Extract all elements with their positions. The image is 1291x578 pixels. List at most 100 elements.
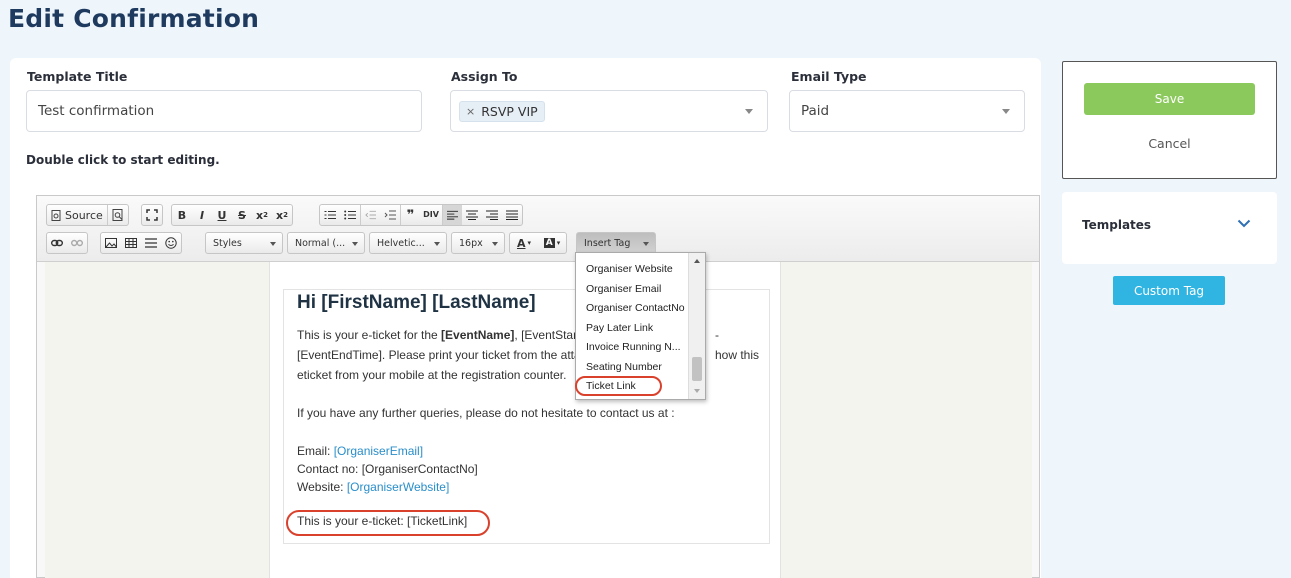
text-color-icon: A [516,236,526,250]
menu-item-organiser-email[interactable]: Organiser Email [586,283,661,295]
background-color-button[interactable]: A ▾ [538,233,566,253]
editing-hint: Double click to start editing. [26,153,220,167]
remove-tag-icon[interactable]: × [466,105,475,118]
menu-item-organiser-contactno[interactable]: Organiser ContactNo [586,302,685,314]
toolbar-group-insert [100,232,182,254]
email-line-email: Email: [OrganiserEmail] [297,444,424,458]
caret-down-icon [352,242,358,246]
menu-item-seating-number[interactable]: Seating Number [586,361,662,373]
superscript-button[interactable]: x2 [272,205,292,225]
unlink-icon [71,239,83,247]
highlight-ticket-line [286,510,490,536]
menu-item-pay-later-link[interactable]: Pay Later Link [586,322,653,334]
align-right-icon [486,210,498,220]
email-type-value: Paid [801,103,830,119]
emoji-button[interactable] [161,233,181,253]
horizontal-line-icon [145,238,157,248]
email-heading: Hi [FirstName] [LastName] [297,292,536,313]
email-type-label: Email Type [791,69,867,84]
toolbar-group-maximize [141,204,163,226]
rich-text-editor: Source B I U S x2 x2 ❞ DIV Styles Normal… [36,195,1040,578]
styles-dropdown[interactable]: Styles [205,232,283,254]
font-size-dropdown[interactable]: 16px [451,232,505,254]
chevron-down-icon[interactable] [1237,219,1251,228]
scroll-thumb [692,357,702,381]
maximize-button[interactable] [142,205,162,225]
quote-icon: ❞ [406,207,415,223]
email-line-contact: Contact no: [OrganiserContactNo] [297,462,478,476]
smiley-icon [165,237,177,249]
bulleted-list-button[interactable] [340,205,360,225]
align-center-icon [466,210,478,220]
editor-content-area[interactable]: Hi [FirstName] [LastName] This is your e… [45,262,1032,578]
indent-icon [384,210,396,220]
email-type-select[interactable]: Paid [789,90,1025,132]
image-button[interactable] [101,233,121,253]
assign-to-select[interactable]: × RSVP VIP [450,90,768,132]
source-icon [51,209,61,221]
italic-button[interactable]: I [192,205,212,225]
custom-tag-button[interactable]: Custom Tag [1113,276,1225,305]
horizontal-line-button[interactable] [141,233,161,253]
table-icon [125,238,137,248]
numbered-list-icon [324,211,336,219]
unlink-button[interactable] [67,233,87,253]
email-line-website: Website: [OrganiserWebsite] [297,480,450,494]
link-button[interactable] [47,233,67,253]
menu-item-invoice-running[interactable]: Invoice Running N... [586,341,681,353]
strikethrough-button[interactable]: S [232,205,252,225]
page-title: Edit Confirmation [8,4,260,33]
image-icon [105,238,117,248]
link-icon [51,239,63,247]
menu-scrollbar[interactable] [688,253,705,399]
blockquote-button[interactable]: ❞ [400,205,420,225]
assign-to-tag: × RSVP VIP [459,100,545,122]
caret-down-icon [492,242,498,246]
scroll-down-icon [694,389,700,393]
align-left-icon [447,210,458,220]
underline-button[interactable]: U [212,205,232,225]
div-icon: DIV [423,210,439,219]
actions-card: Save Cancel [1062,61,1277,179]
toolbar-group-lists: ❞ DIV [319,204,523,226]
insert-tag-dropdown[interactable]: Insert Tag [576,232,656,254]
outdent-icon [365,210,376,220]
align-center-button[interactable] [462,205,482,225]
numbered-list-button[interactable] [320,205,340,225]
outdent-button[interactable] [360,205,380,225]
bold-button[interactable]: B [172,205,192,225]
assign-to-label: Assign To [451,69,518,84]
toolbar-group-source: Source [46,204,129,226]
caret-down-icon [270,242,276,246]
chevron-down-icon [745,109,753,114]
toolbar-group-format: B I U S x2 x2 [171,204,293,226]
justify-button[interactable] [502,205,522,225]
align-left-button[interactable] [442,205,462,225]
preview-button[interactable] [106,205,128,225]
preview-icon [112,209,123,221]
background-color-icon: A [543,238,555,248]
toolbar-group-colors: A ▾ A ▾ [509,232,567,254]
format-dropdown[interactable]: Normal (... [287,232,365,254]
editor-toolbar: Source B I U S x2 x2 ❞ DIV Styles Normal… [37,196,1039,262]
font-dropdown[interactable]: Helvetic... [369,232,447,254]
div-button[interactable]: DIV [420,205,442,225]
maximize-icon [146,209,158,221]
assign-to-tag-label: RSVP VIP [481,103,538,119]
source-button[interactable]: Source [47,205,107,225]
subscript-button[interactable]: x2 [252,205,272,225]
menu-item-organiser-website[interactable]: Organiser Website [586,263,673,275]
email-line-queries: If you have any further queries, please … [297,406,675,420]
caret-down-icon [643,242,649,246]
template-title-input[interactable]: Test confirmation [26,90,422,132]
table-button[interactable] [121,233,141,253]
text-color-button[interactable]: A ▾ [510,233,538,253]
caret-down-icon [434,242,440,246]
templates-title: Templates [1082,218,1152,232]
toolbar-group-links [46,232,88,254]
templates-panel[interactable]: Templates [1062,192,1277,264]
save-button[interactable]: Save [1084,83,1255,115]
indent-button[interactable] [380,205,400,225]
align-right-button[interactable] [482,205,502,225]
cancel-button[interactable]: Cancel [1063,136,1276,151]
